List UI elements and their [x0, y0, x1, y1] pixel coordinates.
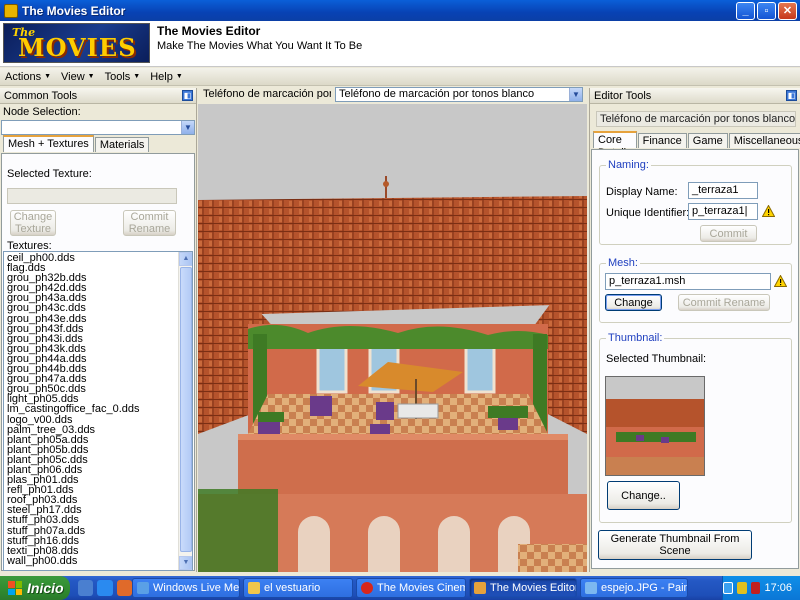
change-thumbnail-button[interactable]: Change.. [607, 481, 680, 510]
mesh-file-field[interactable]: p_terraza1.msh [605, 273, 771, 290]
maximize-button[interactable]: ▫ [757, 1, 776, 20]
mesh-title: Mesh: [606, 257, 640, 269]
window-title: The Movies Editor [22, 3, 126, 18]
banner-subtitle: Make The Movies What You Want It To Be [157, 40, 363, 52]
core-details-tab-body: Naming: Display Name: _terraza1 Unique I… [591, 149, 799, 569]
unique-identifier-field[interactable]: p_terraza1| [688, 203, 758, 220]
naming-group: Naming: Display Name: _terraza1 Unique I… [599, 159, 792, 245]
mesh-group: Mesh: p_terraza1.msh Change Commit Renam… [599, 257, 792, 323]
change-mesh-button[interactable]: Change [605, 294, 662, 311]
selected-texture-field[interactable] [7, 188, 177, 204]
media-player-icon[interactable] [116, 580, 132, 596]
naming-title: Naming: [606, 159, 651, 171]
textures-scrollbar[interactable]: ▲ ▼ [178, 252, 192, 570]
selected-texture-label: Selected Texture: [7, 168, 92, 180]
object-toolbar: Teléfono de marcación por tonos blanco T… [198, 86, 587, 103]
commit-rename-button[interactable]: Commit Rename [123, 210, 176, 236]
movies-editor-icon [474, 582, 486, 594]
windows-logo-icon [8, 581, 22, 595]
opera-icon [361, 582, 373, 594]
volume-icon[interactable] [737, 582, 747, 594]
tab-materials[interactable]: Materials [94, 137, 150, 152]
display-name-field[interactable]: _terraza1 [688, 182, 758, 199]
node-selection-dropdown[interactable]: ▼ [1, 120, 195, 135]
scroll-up-icon[interactable]: ▲ [179, 252, 192, 266]
network-icon[interactable] [723, 582, 734, 594]
app-icon [4, 3, 18, 18]
generate-thumbnail-button[interactable]: Generate Thumbnail From Scene [598, 530, 752, 560]
menu-view[interactable]: View ▼ [56, 71, 100, 83]
commit-button[interactable]: Commit [700, 225, 757, 242]
warning-icon [774, 275, 787, 287]
scene-render [198, 104, 587, 572]
banner-title: The Movies Editor [157, 24, 261, 38]
paint-icon [585, 582, 597, 594]
object-name-field: Teléfono de marcación por tonos blanco [596, 111, 796, 127]
minimize-button[interactable]: _ [736, 1, 755, 20]
task-movies-editor[interactable]: The Movies Editor [469, 578, 577, 598]
right-tabs: Core Details Finance Game Miscellaneous [593, 131, 800, 159]
system-tray: 17:06 [722, 576, 800, 600]
title-bar: The Movies Editor _ ▫ ✕ [0, 0, 800, 21]
chevron-down-icon: ▼ [175, 73, 183, 80]
common-tools-header: Common Tools ◧ [0, 88, 196, 104]
pin-icon[interactable]: ◧ [786, 90, 797, 101]
menu-bar: Actions ▼ View ▼ Tools ▼ Help ▼ [0, 68, 800, 86]
editor-tools-panel: Editor Tools ◧ Teléfono de marcación por… [589, 88, 800, 572]
tab-finance[interactable]: Finance [637, 133, 687, 148]
texture-list-item[interactable]: wall_ph00.dds [7, 555, 177, 566]
thumbnail-image [605, 376, 705, 476]
object-dropdown[interactable]: Teléfono de marcación por tonos blanco ▼ [335, 87, 583, 102]
object-label: Teléfono de marcación por tonos blanco [203, 88, 331, 99]
folder-icon [248, 582, 260, 594]
textures-list[interactable]: ceil_ph00.dds flag.dds grou_ph32b.dds grou_… [3, 251, 193, 571]
common-tools-panel: Common Tools ◧ Node Selection: ▼ Mesh + … [0, 88, 197, 572]
scene-viewport[interactable] [198, 104, 587, 572]
messenger-icon [137, 582, 149, 594]
desktop-icon[interactable] [78, 580, 94, 596]
close-button[interactable]: ✕ [778, 1, 797, 20]
chevron-down-icon: ▼ [87, 73, 95, 80]
menu-help[interactable]: Help ▼ [145, 71, 188, 83]
chevron-down-icon[interactable]: ▼ [181, 121, 194, 134]
chevron-down-icon[interactable]: ▼ [569, 88, 582, 101]
chevron-down-icon: ▼ [44, 73, 52, 80]
clock: 17:06 [764, 582, 792, 594]
change-texture-button[interactable]: Change Texture [10, 210, 56, 236]
menu-tools[interactable]: Tools ▼ [100, 71, 146, 83]
textures-items: ceil_ph00.dds flag.dds grou_ph32b.dds grou_… [7, 252, 177, 566]
texture-list-item[interactable]: lm_castingoffice_fac_0.dds [7, 404, 177, 415]
display-name-label: Display Name: [606, 186, 678, 198]
scroll-thumb[interactable] [180, 267, 192, 552]
editor-tools-header: Editor Tools ◧ [590, 88, 800, 104]
tab-miscellaneous[interactable]: Miscellaneous [728, 133, 800, 148]
banner: The MOVIES The Movies Editor Make The Mo… [0, 21, 800, 67]
tab-core-details[interactable]: Core Details [593, 131, 637, 159]
left-tabs: Mesh + Textures Materials [3, 135, 150, 152]
taskbar: Inicio Windows Live Me... el vestuario T… [0, 576, 800, 600]
tab-mesh-textures[interactable]: Mesh + Textures [3, 135, 94, 152]
task-paint[interactable]: espejo.JPG - Paint [580, 578, 688, 598]
thumbnail-title: Thumbnail: [606, 332, 665, 344]
menu-actions[interactable]: Actions ▼ [0, 71, 56, 83]
warning-icon [762, 205, 775, 217]
unique-identifier-label: Unique Identifier: [606, 207, 690, 219]
task-el-vestuario[interactable]: el vestuario [243, 578, 353, 598]
commit-rename-mesh-button[interactable]: Commit Rename [678, 294, 770, 311]
quick-launch [70, 580, 132, 596]
internet-explorer-icon[interactable] [97, 580, 113, 596]
antivirus-icon[interactable] [750, 582, 761, 594]
chevron-down-icon: ▼ [133, 73, 141, 80]
task-windows-live[interactable]: Windows Live Me... [132, 578, 240, 598]
selected-thumbnail-label: Selected Thumbnail: [606, 353, 707, 365]
scroll-down-icon[interactable]: ▼ [179, 556, 192, 570]
pin-icon[interactable]: ◧ [182, 90, 193, 101]
the-movies-logo: The MOVIES [3, 23, 150, 63]
node-selection-label: Node Selection: [3, 106, 81, 118]
task-movies-cinema[interactable]: The Movies Cinem... [356, 578, 466, 598]
thumbnail-preview [606, 377, 704, 475]
start-button[interactable]: Inicio [0, 576, 70, 600]
tab-game[interactable]: Game [687, 133, 728, 148]
